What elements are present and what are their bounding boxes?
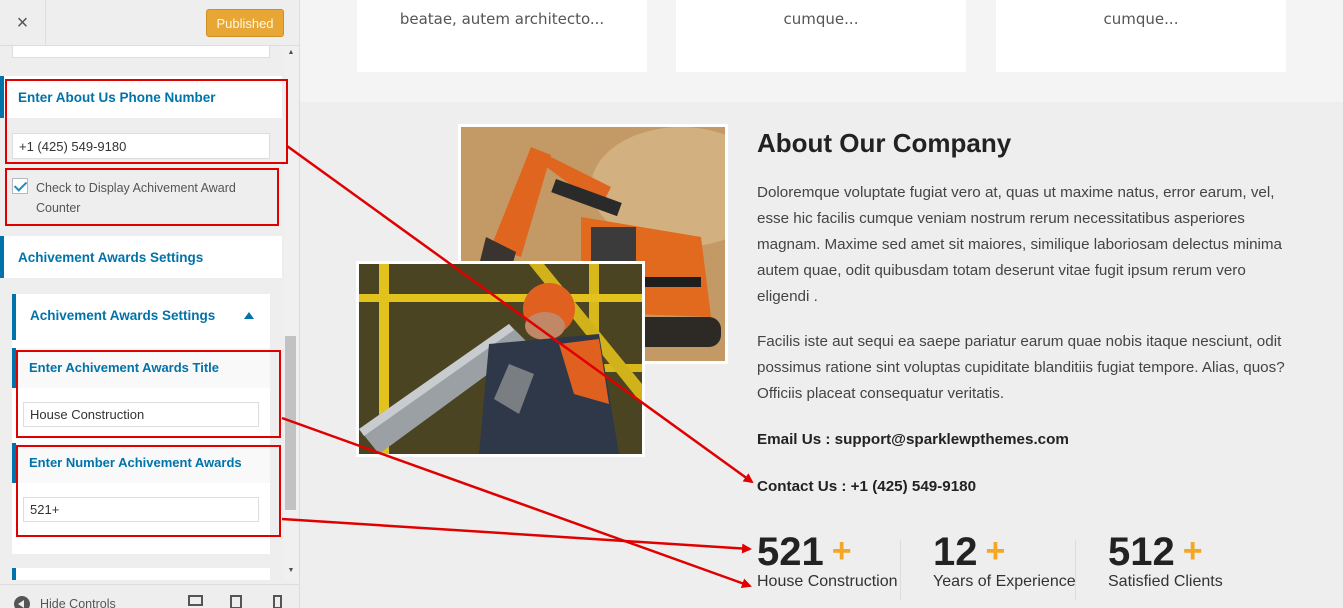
- collapse-arrow-icon[interactable]: [244, 312, 254, 319]
- service-card-text: beatae, autem architecto...: [399, 10, 605, 28]
- checkbox-checked-icon[interactable]: [12, 178, 28, 194]
- phone-number-input[interactable]: +1 (425) 549-9180: [12, 133, 270, 159]
- awards-title-label: Enter Achivement Awards Title: [29, 360, 220, 375]
- achievement-checkbox-label: Check to Display Achivement Award Counte…: [36, 181, 236, 215]
- counter-label: Years of Experience: [933, 573, 1076, 590]
- desktop-preview-icon[interactable]: [188, 595, 203, 606]
- awards-settings-panel-body: Enter Achivement Awards Title House Cons…: [12, 340, 270, 554]
- close-button[interactable]: ×: [0, 0, 46, 46]
- next-panel-header[interactable]: [12, 568, 270, 580]
- contact-line: Contact Us : +1 (425) 549-9180: [757, 478, 977, 495]
- counter-plus: +: [1182, 532, 1203, 570]
- service-card-text: cumque...: [1103, 10, 1179, 28]
- awards-number-label: Enter Number Achivement Awards: [29, 455, 242, 470]
- counter-label: Satisfied Clients: [1108, 573, 1223, 590]
- achievement-counter: 512 + Satisfied Clients: [1108, 530, 1223, 591]
- previous-input-field[interactable]: [12, 46, 270, 58]
- service-card-text: cumque...: [783, 10, 859, 28]
- phone-section-heading: Enter About Us Phone Number: [0, 76, 282, 118]
- email-line: Email Us : support@sparklewpthemes.com: [757, 431, 1069, 448]
- customizer-sidebar: × Published Enter About Us Phone Number …: [0, 0, 300, 608]
- awards-number-input[interactable]: 521+: [23, 497, 259, 522]
- counter-plus: +: [985, 532, 1006, 570]
- awards-section-heading[interactable]: Achivement Awards Settings: [0, 236, 282, 278]
- customizer-header: × Published: [0, 0, 299, 46]
- service-card: beatae, autem architecto...: [357, 0, 647, 72]
- awards-panel-title: Achivement Awards Settings: [30, 308, 216, 323]
- counter-plus: +: [831, 532, 852, 570]
- customizer-controls-scroll: Enter About Us Phone Number +1 (425) 549…: [0, 46, 283, 580]
- hide-controls-button[interactable]: Hide Controls: [40, 597, 116, 608]
- counter-label: House Construction: [757, 573, 898, 590]
- counter-number: 12: [933, 530, 978, 574]
- service-card: cumque...: [676, 0, 966, 72]
- achievement-counter: 12 + Years of Experience: [933, 530, 1076, 591]
- counter-number: 521: [757, 530, 824, 574]
- about-title: About Our Company: [757, 128, 1012, 158]
- awards-number-label-box: Enter Number Achivement Awards: [12, 443, 270, 483]
- service-card: cumque...: [996, 0, 1286, 72]
- scrollbar-thumb[interactable]: [285, 336, 296, 510]
- publish-button[interactable]: Published: [206, 9, 284, 37]
- worker-photo: [356, 261, 645, 457]
- achievement-counter: 521 + House Construction: [757, 530, 898, 591]
- sidebar-scrollbar[interactable]: ▲ ▼: [284, 46, 298, 580]
- awards-title-label-box: Enter Achivement Awards Title: [12, 348, 270, 388]
- awards-title-input[interactable]: House Construction: [23, 402, 259, 427]
- tablet-preview-icon[interactable]: [230, 595, 242, 608]
- customizer-footer: Hide Controls: [0, 584, 299, 608]
- services-section: beatae, autem architecto... cumque... cu…: [300, 0, 1343, 102]
- scroll-up-arrow-icon[interactable]: ▲: [284, 48, 298, 58]
- mobile-preview-icon[interactable]: [273, 595, 282, 608]
- about-paragraph: Doloremque voluptate fugiat vero at, qua…: [757, 184, 1282, 305]
- awards-settings-panel-header[interactable]: Achivement Awards Settings: [12, 294, 270, 340]
- site-preview: beatae, autem architecto... cumque... cu…: [300, 0, 1343, 608]
- counter-divider: [900, 540, 901, 600]
- scroll-down-arrow-icon[interactable]: ▼: [284, 566, 298, 576]
- counter-number: 512: [1108, 530, 1175, 574]
- counter-divider: [1075, 540, 1076, 600]
- collapse-sidebar-icon[interactable]: [14, 596, 30, 608]
- about-paragraph: Facilis iste aut sequi ea saepe pariatur…: [757, 333, 1285, 402]
